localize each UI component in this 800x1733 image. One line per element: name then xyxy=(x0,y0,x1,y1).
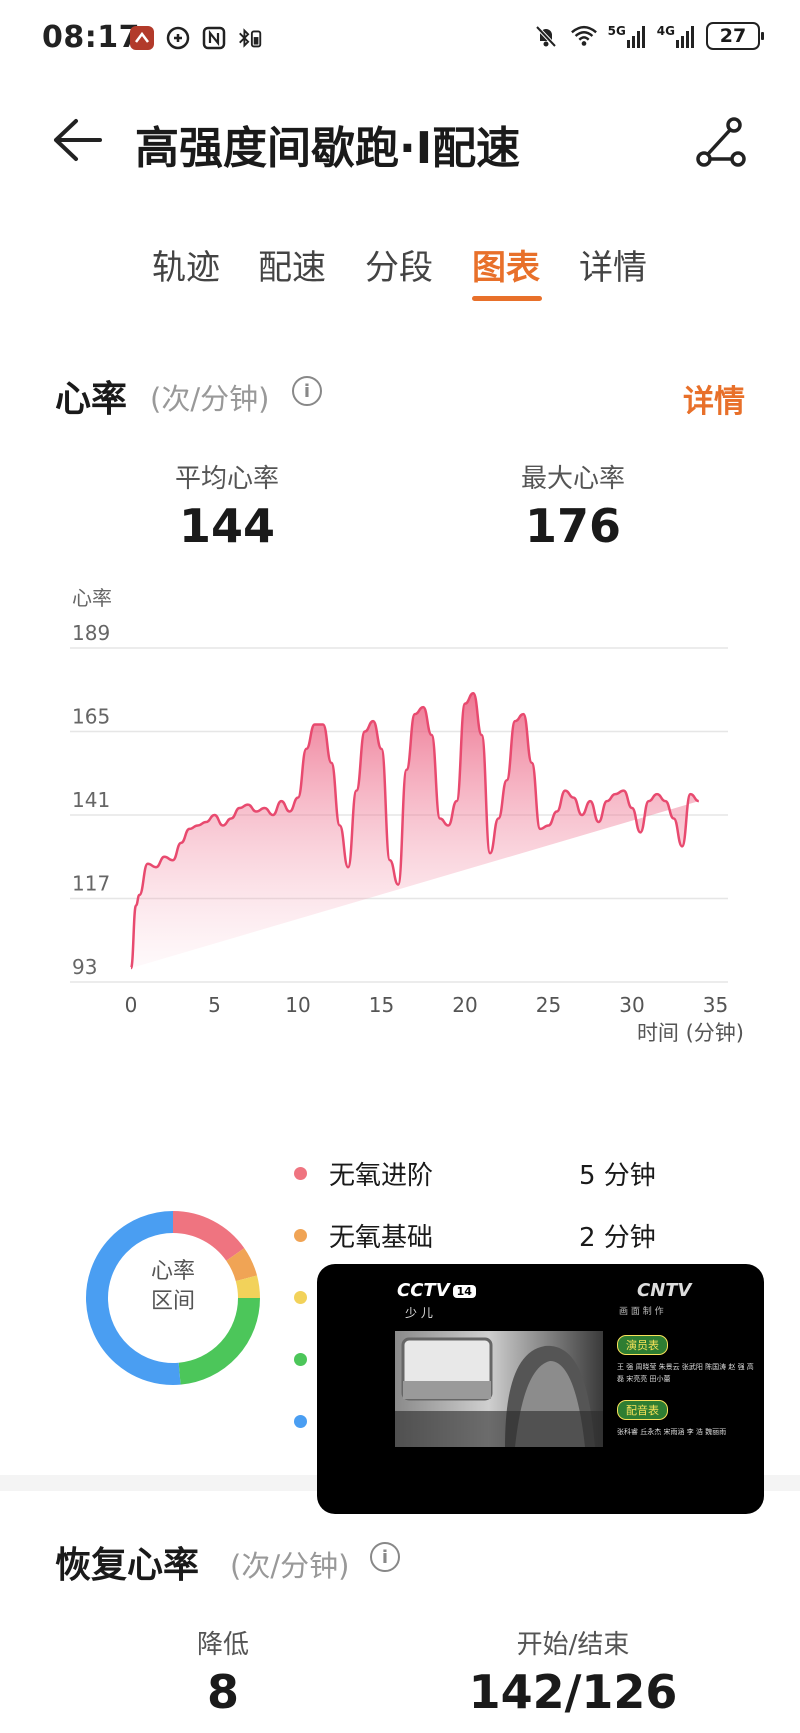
status-left-icons xyxy=(128,24,264,52)
zone-donut-segment xyxy=(172,1211,245,1262)
mute-icon xyxy=(532,22,560,50)
pip-cast-names: 王 强 周晓莹 朱景云 张武阳 陈国涛 赵 强 高 磊 宋亮亮 田小蕾 xyxy=(617,1363,754,1383)
info-icon[interactable]: i xyxy=(292,376,322,406)
chart-y-tick-label: 165 xyxy=(72,705,110,729)
zone-duration: 2 分钟 xyxy=(579,1222,656,1253)
zone-dot xyxy=(294,1352,307,1366)
max-heart-rate-value: 176 xyxy=(524,499,622,553)
zone-dot xyxy=(294,1166,307,1180)
net-4g-label: 4G xyxy=(656,24,675,38)
tab-indicator xyxy=(472,296,542,301)
zone-donut-segment xyxy=(235,1275,260,1299)
chart-x-tick-label: 15 xyxy=(369,993,394,1017)
tab-charts[interactable]: 图表 xyxy=(472,240,540,289)
chart-x-tick-label: 20 xyxy=(452,993,477,1017)
tab-details[interactable]: 详情 xyxy=(579,240,647,289)
zone-row-anaerobic-advanced: 无氧进阶 5 分钟 xyxy=(294,1155,656,1191)
zone-donut-center: 心率 区间 xyxy=(128,1257,218,1317)
chart-y-tick-label: 93 xyxy=(72,955,97,979)
battery-level: 27 xyxy=(719,25,747,47)
signal-4g-icon: 4G xyxy=(657,24,696,48)
nfc-icon xyxy=(200,24,228,52)
chart-x-tick-label: 5 xyxy=(208,993,221,1017)
recovery-range-label: 开始/结束 xyxy=(516,1630,630,1660)
pip-channel-logo: CCTV 14 xyxy=(397,1280,476,1301)
app-notification-icon xyxy=(128,24,156,52)
back-button[interactable] xyxy=(52,115,108,165)
zone-center-line2: 区间 xyxy=(150,1289,195,1314)
chart-y-tick-label: 117 xyxy=(72,872,110,896)
recovery-drop-label: 降低 xyxy=(196,1630,249,1660)
recovery-info-icon[interactable]: i xyxy=(370,1542,400,1572)
arrow-left-icon xyxy=(54,119,102,161)
chart-y-tick-label: 189 xyxy=(72,621,110,645)
recovery-range-value: 142/126 xyxy=(468,1665,678,1719)
chart-y-tick-label: 141 xyxy=(72,788,110,812)
chart-x-tick-label: 35 xyxy=(703,993,728,1017)
pip-cntv-logo: CNTV xyxy=(637,1280,692,1301)
signal-5g-icon: 5G xyxy=(608,24,647,48)
zone-duration: 5 分钟 xyxy=(579,1160,656,1191)
heart-rate-title: 心率 xyxy=(55,379,128,420)
tab-track[interactable]: 轨迹 xyxy=(152,240,220,289)
zone-donut-segment xyxy=(225,1248,258,1282)
status-right: 5G 4G 27 xyxy=(532,22,764,50)
chart-x-tick-label: 0 xyxy=(125,993,138,1017)
chart-y-axis-label: 心率 xyxy=(72,586,112,610)
tab-segments[interactable]: 分段 xyxy=(365,240,433,289)
heart-rate-chart-svg: 心率 189 165 141 117 93 0 5 10 15 20 25 30 35 时间 (分钟) xyxy=(70,586,744,1045)
zone-row-anaerobic-base: 无氧基础 2 分钟 xyxy=(294,1217,656,1253)
tab-bar: 轨迹 配速 分段 图表 详情 xyxy=(0,240,800,301)
chart-x-tick-label: 25 xyxy=(536,993,561,1017)
recovery-drop: 降低 8 xyxy=(93,1624,353,1719)
pip-credits: 演员表 王 强 周晓莹 朱景云 张武阳 陈国涛 赵 强 高 磊 宋亮亮 田小蕾 … xyxy=(617,1334,757,1438)
pip-channel-sub: 少 儿 xyxy=(405,1306,433,1320)
zone-name: 无氧进阶 xyxy=(329,1160,434,1191)
pip-video-frame xyxy=(395,1331,603,1447)
share-button[interactable] xyxy=(694,115,748,169)
pip-cntv-sub: 画 面 制 作 xyxy=(619,1307,664,1317)
pip-cast-tag: 演员表 xyxy=(617,1335,668,1355)
pip-voice-names: 张科睿 丘永杰 宋雨涵 李 浩 魏丽雨 xyxy=(617,1428,727,1436)
chart-x-tick-label: 10 xyxy=(285,993,310,1017)
app-bar: 高强度间歇跑·I配速 xyxy=(0,95,800,185)
chart-x-tick-label: 30 xyxy=(619,993,644,1017)
zone-dot xyxy=(294,1228,307,1242)
recovery-drop-value: 8 xyxy=(206,1665,239,1719)
heart-rate-area xyxy=(131,693,699,969)
avg-heart-rate-label: 平均心率 xyxy=(174,464,279,494)
status-bar: 08:17 5G 4G 27 xyxy=(0,0,800,80)
pip-video-window[interactable]: CCTV 14 少 儿 CNTV 画 面 制 作 演员表 王 强 周晓莹 朱景云 … xyxy=(317,1264,764,1514)
heart-rate-detail-link[interactable]: 详情 xyxy=(683,376,745,421)
avg-heart-rate-value: 144 xyxy=(178,499,276,553)
max-heart-rate-label: 最大心率 xyxy=(520,464,625,494)
status-time: 08:17 xyxy=(42,20,140,55)
zone-dot xyxy=(294,1290,307,1304)
battery-icon: 27 xyxy=(706,22,764,50)
heart-rate-unit: (次/分钟) xyxy=(150,382,270,416)
recovery-range: 开始/结束 142/126 xyxy=(443,1624,703,1719)
pip-channel-number: 14 xyxy=(452,1284,476,1298)
recovery-title: 恢复心率 xyxy=(55,1545,200,1586)
share-icon xyxy=(696,117,746,167)
wifi-icon xyxy=(570,22,598,50)
max-heart-rate: 最大心率 176 xyxy=(443,458,703,553)
tab-pace[interactable]: 配速 xyxy=(258,240,326,289)
zone-name: 无氧基础 xyxy=(329,1222,434,1253)
page-title: 高强度间歇跑·I配速 xyxy=(135,123,521,174)
avg-heart-rate: 平均心率 144 xyxy=(97,458,357,553)
bluetooth-battery-icon xyxy=(236,24,264,52)
pip-voice-tag: 配音表 xyxy=(617,1400,668,1420)
chart-x-axis-label: 时间 (分钟) xyxy=(637,1021,744,1045)
data-saver-icon xyxy=(164,24,192,52)
heart-rate-chart: 心率 189 165 141 117 93 0 5 10 15 20 25 30 35 时间 (分钟) xyxy=(0,585,800,1055)
pip-logo-text: CCTV xyxy=(397,1280,450,1301)
zone-center-line1: 心率 xyxy=(150,1259,195,1284)
recovery-unit: (次/分钟) xyxy=(230,1549,350,1583)
zone-dot xyxy=(294,1414,307,1428)
net-5g-label: 5G xyxy=(607,24,626,38)
